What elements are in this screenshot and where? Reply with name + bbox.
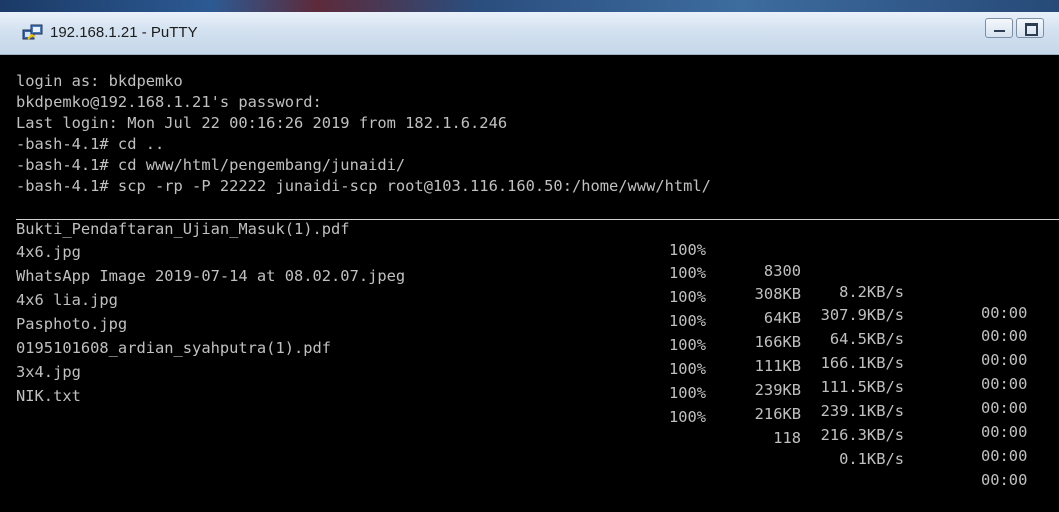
transfer-filename: NIK.txt xyxy=(16,387,81,405)
terminal-line: -bash-4.1# scp -rp -P 22222 junaidi-scp … xyxy=(16,177,711,195)
maximize-button[interactable] xyxy=(1016,18,1044,38)
transfer-size: 118 xyxy=(773,429,801,447)
transfer-time: 00:00 xyxy=(981,399,1028,417)
window-title: 192.168.1.21 - PuTTY xyxy=(50,24,198,41)
transfer-row: Pasphoto.jpg 100% 111KB 111.5KB/s 00:00 xyxy=(16,293,1059,417)
transfer-time: 00:00 xyxy=(981,447,1028,465)
desktop-background-strip xyxy=(0,0,1059,12)
title-bar[interactable]: 192.168.1.21 - PuTTY xyxy=(0,12,1059,55)
terminal-area[interactable]: login as: bkdpemko bkdpemko@192.168.1.21… xyxy=(16,67,1059,489)
transfer-row: WhatsApp Image 2019-07-14 at 08.02.07.jp… xyxy=(16,245,1059,369)
transfer-rate: 216.3KB/s xyxy=(820,426,904,444)
minimize-icon xyxy=(994,30,1005,32)
transfer-row: Bukti_Pendaftaran_Ujian_Masuk(1).pdf 100… xyxy=(16,198,1059,322)
terminal-line: -bash-4.1# cd www/html/pengembang/junaid… xyxy=(16,156,406,174)
terminal-line: login as: bkdpemko xyxy=(16,72,183,90)
minimize-button[interactable] xyxy=(985,18,1013,38)
maximize-icon xyxy=(1025,23,1038,36)
terminal-line: bkdpemko@192.168.1.21's password: xyxy=(16,93,322,111)
terminal-line: -bash-4.1# cd .. xyxy=(16,135,165,153)
transfer-percent: 100% xyxy=(669,408,707,426)
transfer-row: 4x6.jpg 100% 308KB 307.9KB/s 00:00 xyxy=(16,221,1059,345)
putty-icon[interactable] xyxy=(22,24,44,42)
transfer-rate: 239.1KB/s xyxy=(820,402,904,420)
transfer-row: 0195101608_ardian_syahputra(1).pdf 100% … xyxy=(16,317,1059,441)
transfer-time: 00:00 xyxy=(981,423,1028,441)
transfer-row: 4x6 lia.jpg 100% 166KB 166.1KB/s 00:00 xyxy=(16,269,1059,393)
transfer-time: 00:00 xyxy=(981,471,1028,489)
putty-window[interactable]: 192.168.1.21 - PuTTY login as: bkdpemko … xyxy=(0,12,1059,489)
transfer-row: 3x4.jpg 100% 216KB 216.3KB/s 00:00 xyxy=(16,341,1059,465)
transfer-percent: 100% xyxy=(669,384,707,402)
terminal-line: Last login: Mon Jul 22 00:16:26 2019 fro… xyxy=(16,114,508,132)
transfer-size: 216KB xyxy=(754,405,801,423)
transfer-row: NIK.txt 100% 118 0.1KB/s 00:00 xyxy=(16,365,1059,489)
transfer-rate: 0.1KB/s xyxy=(839,450,904,468)
